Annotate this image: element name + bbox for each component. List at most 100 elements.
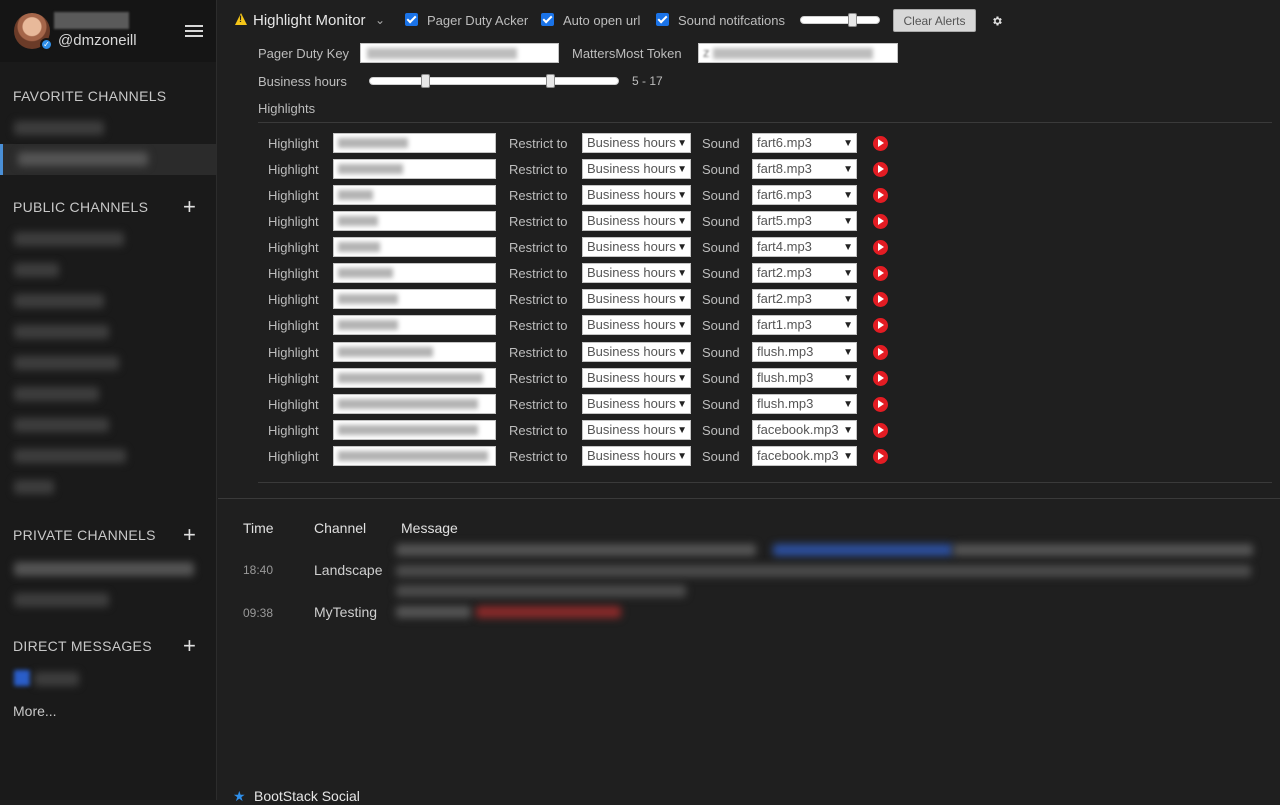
channel-item[interactable]	[14, 593, 109, 607]
log-row-message-mention[interactable]	[476, 606, 621, 618]
channel-item[interactable]	[14, 480, 54, 494]
play-sound-icon[interactable]	[873, 188, 888, 203]
restrict-to-value: Business hours	[587, 370, 676, 385]
highlight-input[interactable]	[333, 211, 496, 231]
volume-slider[interactable]	[800, 16, 880, 24]
play-sound-icon[interactable]	[873, 449, 888, 464]
play-sound-icon[interactable]	[873, 397, 888, 412]
business-hours-slider[interactable]	[369, 77, 619, 85]
channel-item[interactable]	[14, 562, 194, 576]
channel-item[interactable]	[14, 387, 99, 401]
highlight-input[interactable]	[333, 263, 496, 283]
sound-select[interactable]: facebook.mp3 ▼	[752, 420, 857, 440]
highlight-input[interactable]	[333, 368, 496, 388]
more-link[interactable]: More...	[13, 703, 57, 719]
restrict-to-select[interactable]: Business hours ▼	[582, 237, 691, 257]
volume-slider-thumb[interactable]	[848, 13, 857, 27]
sound-select[interactable]: fart2.mp3 ▼	[752, 289, 857, 309]
restrict-to-select[interactable]: Business hours ▼	[582, 420, 691, 440]
add-direct-message-icon[interactable]: +	[183, 635, 196, 657]
highlight-input[interactable]	[333, 185, 496, 205]
add-private-channel-icon[interactable]: +	[183, 524, 196, 546]
pager-duty-key-input[interactable]	[360, 43, 559, 63]
play-sound-icon[interactable]	[873, 240, 888, 255]
highlight-input[interactable]	[333, 342, 496, 362]
log-row-message-link[interactable]	[773, 544, 953, 556]
sound-select[interactable]: facebook.mp3 ▼	[752, 446, 857, 466]
channel-item[interactable]	[14, 449, 126, 463]
pager-duty-acker-checkbox[interactable]	[405, 13, 418, 26]
log-row-message[interactable]	[396, 565, 1251, 577]
dm-item[interactable]	[34, 672, 79, 686]
sound-select[interactable]: fart4.mp3 ▼	[752, 237, 857, 257]
restrict-to-select[interactable]: Business hours ▼	[582, 263, 691, 283]
hamburger-menu-icon[interactable]	[185, 25, 203, 38]
restrict-to-select[interactable]: Business hours ▼	[582, 185, 691, 205]
highlight-input[interactable]	[333, 133, 496, 153]
restrict-to-select[interactable]: Business hours ▼	[582, 289, 691, 309]
log-row-message[interactable]	[396, 585, 686, 597]
restrict-to-select[interactable]: Business hours ▼	[582, 446, 691, 466]
play-sound-icon[interactable]	[873, 423, 888, 438]
channel-item[interactable]	[14, 294, 104, 308]
highlight-input[interactable]	[333, 237, 496, 257]
channel-item[interactable]	[14, 121, 104, 135]
sound-select[interactable]: flush.mp3 ▼	[752, 368, 857, 388]
sound-select[interactable]: flush.mp3 ▼	[752, 342, 857, 362]
log-row-message[interactable]	[396, 606, 471, 618]
log-row-message[interactable]	[396, 544, 756, 556]
sound-select[interactable]: fart6.mp3 ▼	[752, 133, 857, 153]
highlight-input[interactable]	[333, 446, 496, 466]
play-sound-icon[interactable]	[873, 318, 888, 333]
sound-select[interactable]: fart8.mp3 ▼	[752, 159, 857, 179]
channel-item[interactable]	[14, 356, 119, 370]
business-hours-start-thumb[interactable]	[421, 74, 431, 88]
play-sound-icon[interactable]	[873, 292, 888, 307]
restrict-to-select[interactable]: Business hours ▼	[582, 211, 691, 231]
add-public-channel-icon[interactable]: +	[183, 196, 196, 218]
play-sound-icon[interactable]	[873, 136, 888, 151]
business-hours-end-thumb[interactable]	[546, 74, 556, 88]
log-row-channel[interactable]: MyTesting	[314, 604, 377, 620]
channel-header-name[interactable]: BootStack Social	[254, 788, 360, 804]
clear-alerts-button[interactable]: Clear Alerts	[893, 9, 976, 32]
mattermost-token-input[interactable]: z	[698, 43, 898, 63]
star-icon[interactable]: ★	[233, 788, 246, 805]
highlight-input[interactable]	[333, 394, 496, 414]
channel-item[interactable]	[14, 232, 124, 246]
play-sound-icon[interactable]	[873, 371, 888, 386]
play-sound-icon[interactable]	[873, 345, 888, 360]
sound-select[interactable]: fart2.mp3 ▼	[752, 263, 857, 283]
restrict-to-select[interactable]: Business hours ▼	[582, 342, 691, 362]
restrict-to-label: Restrict to	[509, 162, 568, 177]
chevron-down-icon: ▼	[677, 373, 687, 384]
restrict-to-select[interactable]: Business hours ▼	[582, 368, 691, 388]
restrict-to-label: Restrict to	[509, 397, 568, 412]
auto-open-url-checkbox[interactable]	[541, 13, 554, 26]
play-sound-icon[interactable]	[873, 214, 888, 229]
highlight-input[interactable]	[333, 420, 496, 440]
play-sound-icon[interactable]	[873, 162, 888, 177]
highlight-input[interactable]	[333, 315, 496, 335]
chevron-down-icon[interactable]: ⌄	[375, 13, 385, 27]
log-row-message[interactable]	[953, 544, 1253, 556]
section-direct-messages: DIRECT MESSAGES	[13, 638, 152, 654]
channel-item[interactable]	[18, 152, 148, 166]
highlight-input[interactable]	[333, 159, 496, 179]
sound-select[interactable]: flush.mp3 ▼	[752, 394, 857, 414]
restrict-to-select[interactable]: Business hours ▼	[582, 159, 691, 179]
sound-select[interactable]: fart1.mp3 ▼	[752, 315, 857, 335]
highlight-input[interactable]	[333, 289, 496, 309]
restrict-to-select[interactable]: Business hours ▼	[582, 133, 691, 153]
sound-select[interactable]: fart6.mp3 ▼	[752, 185, 857, 205]
restrict-to-select[interactable]: Business hours ▼	[582, 394, 691, 414]
channel-item[interactable]	[14, 263, 59, 277]
restrict-to-select[interactable]: Business hours ▼	[582, 315, 691, 335]
play-sound-icon[interactable]	[873, 266, 888, 281]
log-row-channel[interactable]: Landscape	[314, 562, 383, 578]
sound-select[interactable]: fart5.mp3 ▼	[752, 211, 857, 231]
gear-icon[interactable]	[991, 15, 1003, 27]
sound-notifications-checkbox[interactable]	[656, 13, 669, 26]
channel-item[interactable]	[14, 325, 109, 339]
channel-item[interactable]	[14, 418, 109, 432]
